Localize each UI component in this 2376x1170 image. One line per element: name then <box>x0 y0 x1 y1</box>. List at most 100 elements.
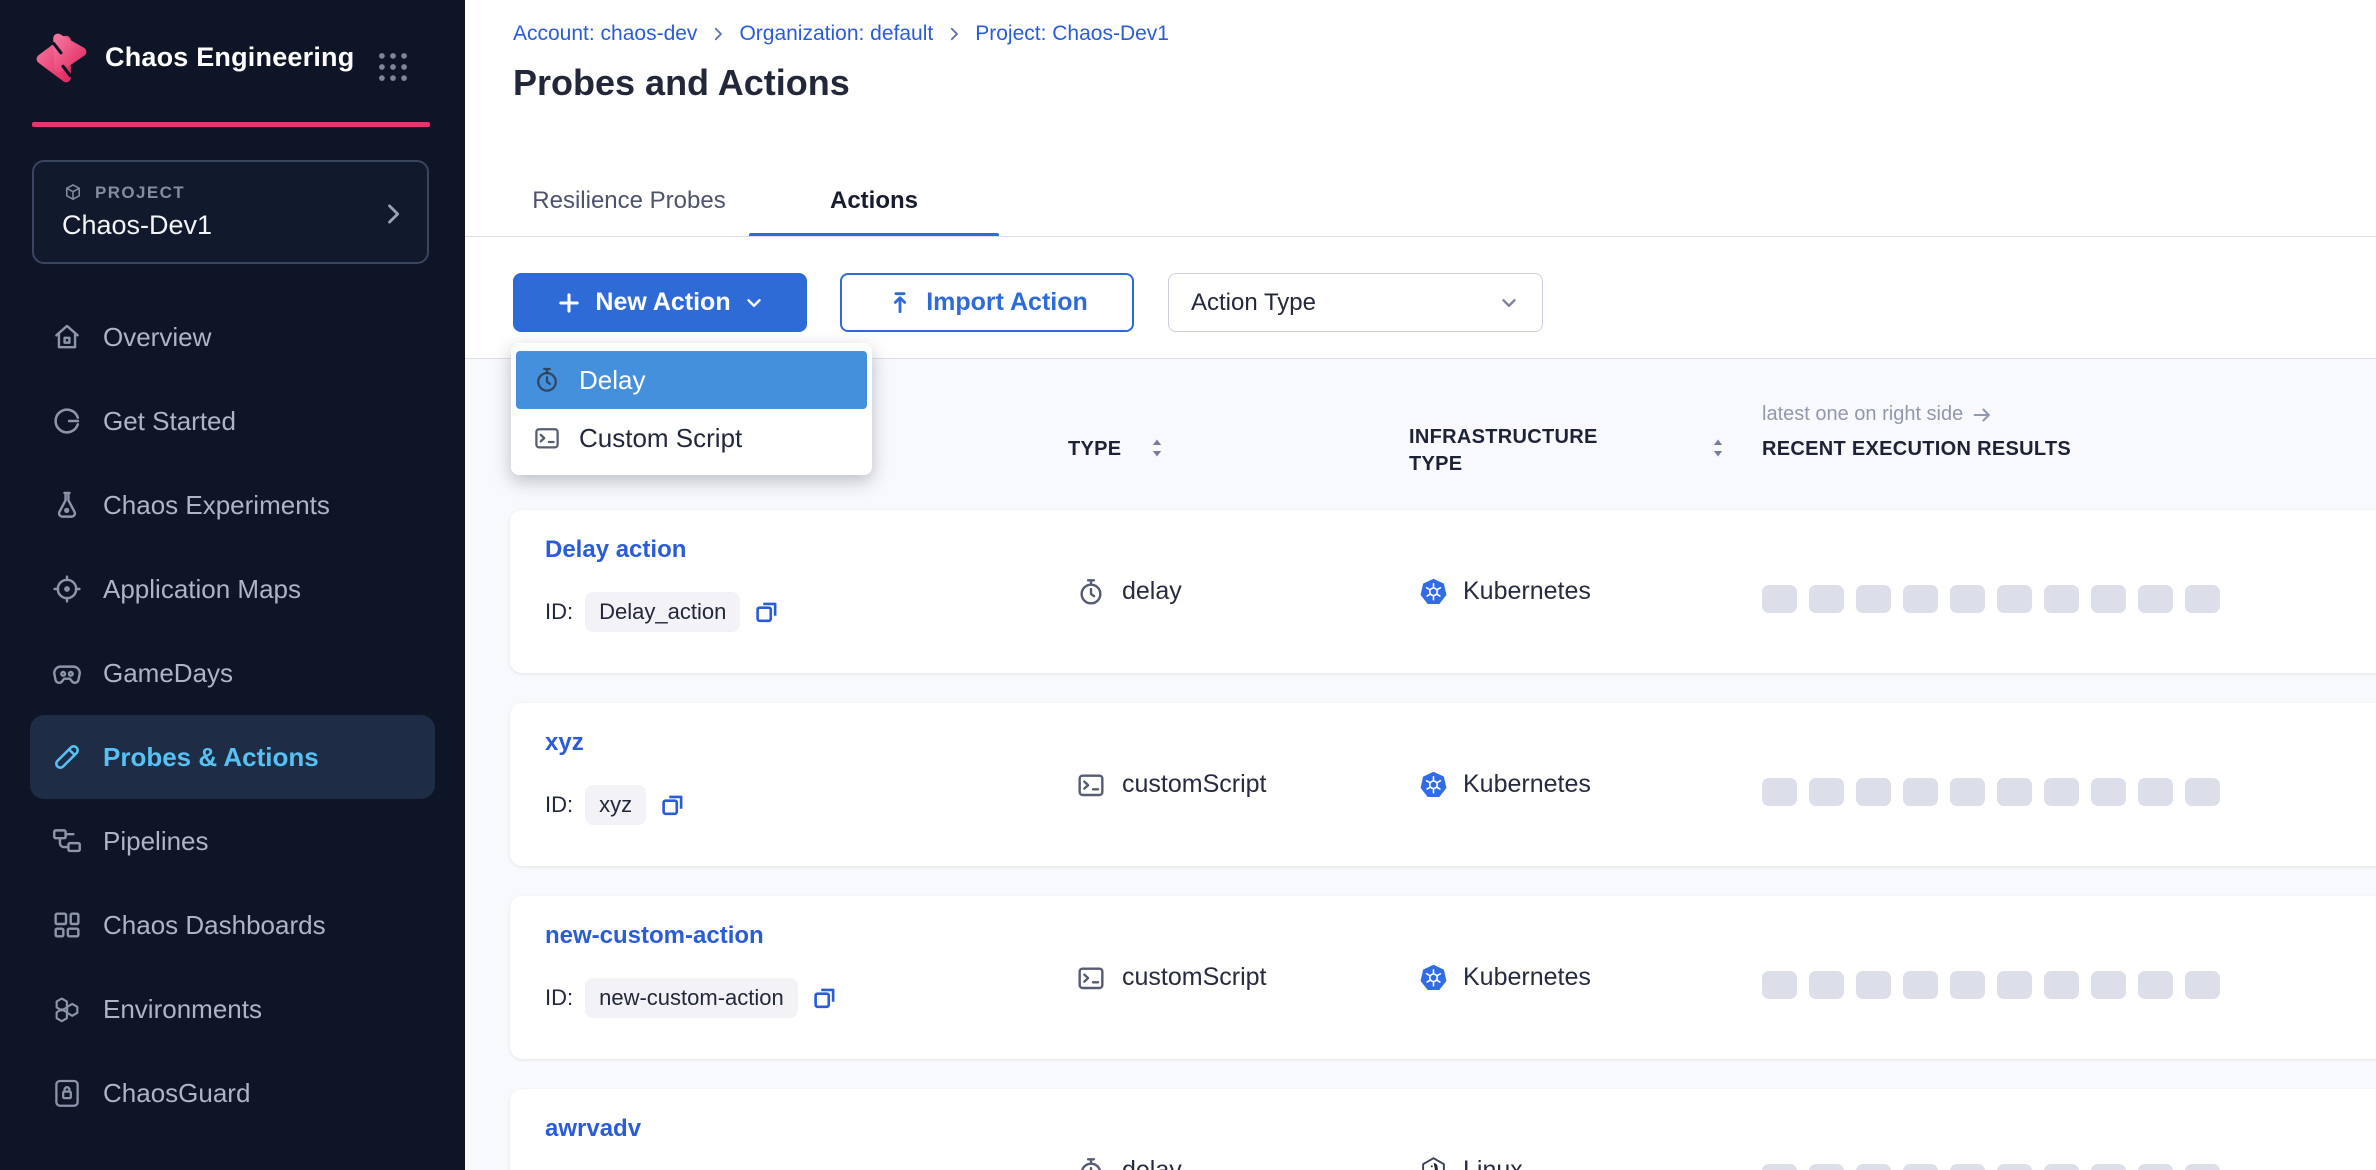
app-switcher-icon[interactable] <box>374 48 412 86</box>
breadcrumb-link[interactable]: Organization: default <box>739 22 933 46</box>
result-placeholder <box>1856 971 1891 999</box>
sidebar-item-chaos-dashboards[interactable]: Chaos Dashboards <box>30 883 435 967</box>
breadcrumb-link[interactable]: Project: Chaos-Dev1 <box>975 22 1169 46</box>
result-placeholder <box>2091 585 2126 613</box>
menu-item-delay[interactable]: Delay <box>516 351 867 409</box>
infrastructure-cell: Linux <box>1419 1089 1523 1170</box>
action-type-select[interactable]: Action Type <box>1168 273 1543 332</box>
result-placeholder <box>1856 585 1891 613</box>
infrastructure-icon <box>1419 963 1448 992</box>
sidebar-item-icon <box>50 824 84 858</box>
breadcrumb-link[interactable]: Account: chaos-dev <box>513 22 697 46</box>
tab-bar: Resilience ProbesActions <box>513 165 999 237</box>
type-icon <box>1075 576 1107 608</box>
new-action-button[interactable]: New Action <box>513 273 807 332</box>
table-rows: Delay action ID: Delay_action delay Kube… <box>465 510 2376 1170</box>
tab-resilience-probes[interactable]: Resilience Probes <box>513 165 745 237</box>
recent-execution-results <box>1762 585 2220 613</box>
sidebar-item-label: Chaos Experiments <box>103 490 330 521</box>
tabs-bottom-border <box>465 236 2376 237</box>
recent-execution-results <box>1762 778 2220 806</box>
sidebar-item-label: Probes & Actions <box>103 742 319 773</box>
sidebar-item-label: Pipelines <box>103 826 209 857</box>
result-placeholder <box>1950 778 1985 806</box>
action-name-link[interactable]: awrvadv <box>545 1115 641 1143</box>
copy-icon[interactable] <box>810 983 840 1013</box>
sidebar-header: Chaos Engineering <box>0 0 465 122</box>
table-row: awrvadv delay Linux <box>510 1089 2376 1170</box>
sidebar-nav: Overview Get Started Chaos Experiments A… <box>0 295 465 1135</box>
sort-icon[interactable] <box>1705 435 1731 461</box>
result-placeholder <box>2138 585 2173 613</box>
results-column-header: RECENT EXECUTION RESULTS <box>1762 438 2071 461</box>
sidebar-item-get-started[interactable]: Get Started <box>30 379 435 463</box>
sidebar-item-label: Application Maps <box>103 574 301 605</box>
breadcrumb: Account: chaos-dev Organization: default… <box>513 22 1169 46</box>
sidebar-item-label: GameDays <box>103 658 233 689</box>
action-name-link[interactable]: Delay action <box>545 536 686 564</box>
sidebar-item-application-maps[interactable]: Application Maps <box>30 547 435 631</box>
id-chip: xyz <box>585 785 646 825</box>
result-placeholder <box>1762 778 1797 806</box>
project-selector[interactable]: PROJECT Chaos-Dev1 <box>32 160 429 264</box>
tab-actions[interactable]: Actions <box>749 165 999 237</box>
result-placeholder <box>1762 1164 1797 1170</box>
sidebar-item-environments[interactable]: Environments <box>30 967 435 1051</box>
action-name-link[interactable]: new-custom-action <box>545 922 764 950</box>
app: Chaos Engineering PROJECT Chaos-Dev1 Ove… <box>0 0 2376 1170</box>
sidebar-item-icon <box>50 488 84 522</box>
results-note: latest one on right side <box>1762 403 1993 426</box>
result-placeholder <box>2091 1164 2126 1170</box>
sidebar-item-icon <box>50 740 84 774</box>
infrastructure-cell: Kubernetes <box>1419 896 1591 1059</box>
project-label: PROJECT <box>95 183 185 203</box>
sidebar: Chaos Engineering PROJECT Chaos-Dev1 Ove… <box>0 0 465 1170</box>
actions-table: TYPE INFRASTRUCTURE TYPE latest one on r… <box>465 359 2376 1170</box>
action-id-line: ID: xyz <box>545 785 688 825</box>
result-placeholder <box>1809 971 1844 999</box>
type-column-header: TYPE <box>1068 438 1121 461</box>
type-icon <box>1075 769 1107 801</box>
plus-icon <box>555 289 583 317</box>
copy-icon[interactable] <box>752 597 782 627</box>
action-id-line: ID: new-custom-action <box>545 978 840 1018</box>
result-placeholder <box>2185 585 2220 613</box>
id-label: ID: <box>545 599 573 625</box>
breadcrumb-separator-icon <box>945 25 963 43</box>
breadcrumb-separator-icon <box>709 25 727 43</box>
chevron-right-icon <box>379 200 407 228</box>
type-icon <box>1075 962 1107 994</box>
sidebar-item-overview[interactable]: Overview <box>30 295 435 379</box>
sidebar-item-gamedays[interactable]: GameDays <box>30 631 435 715</box>
result-placeholder <box>2185 1164 2220 1170</box>
infrastructure-icon <box>1419 770 1448 799</box>
id-label: ID: <box>545 792 573 818</box>
menu-item-icon <box>532 365 562 395</box>
sidebar-item-chaosguard[interactable]: ChaosGuard <box>30 1051 435 1135</box>
copy-icon[interactable] <box>658 790 688 820</box>
page-title: Probes and Actions <box>513 62 850 104</box>
sort-icon[interactable] <box>1144 435 1170 461</box>
import-action-button[interactable]: Import Action <box>840 273 1134 332</box>
result-placeholder <box>2138 1164 2173 1170</box>
recent-execution-results <box>1762 1164 2220 1170</box>
action-name-link[interactable]: xyz <box>545 729 584 757</box>
result-placeholder <box>1997 971 2032 999</box>
sidebar-item-probes-actions[interactable]: Probes & Actions <box>30 715 435 799</box>
table-row: Delay action ID: Delay_action delay Kube… <box>510 510 2376 673</box>
result-placeholder <box>1903 971 1938 999</box>
result-placeholder <box>1950 585 1985 613</box>
result-placeholder <box>1809 778 1844 806</box>
infrastructure-column-header: INFRASTRUCTURE TYPE <box>1409 424 1641 478</box>
result-placeholder <box>1903 585 1938 613</box>
infrastructure-icon <box>1419 1156 1448 1170</box>
result-placeholder <box>2044 778 2079 806</box>
type-cell: customScript <box>1075 703 1266 866</box>
menu-item-custom-script[interactable]: Custom Script <box>516 409 867 467</box>
sidebar-item-icon <box>50 320 84 354</box>
result-placeholder <box>1762 971 1797 999</box>
recent-execution-results <box>1762 971 2220 999</box>
result-placeholder <box>1809 585 1844 613</box>
sidebar-item-pipelines[interactable]: Pipelines <box>30 799 435 883</box>
sidebar-item-chaos-experiments[interactable]: Chaos Experiments <box>30 463 435 547</box>
